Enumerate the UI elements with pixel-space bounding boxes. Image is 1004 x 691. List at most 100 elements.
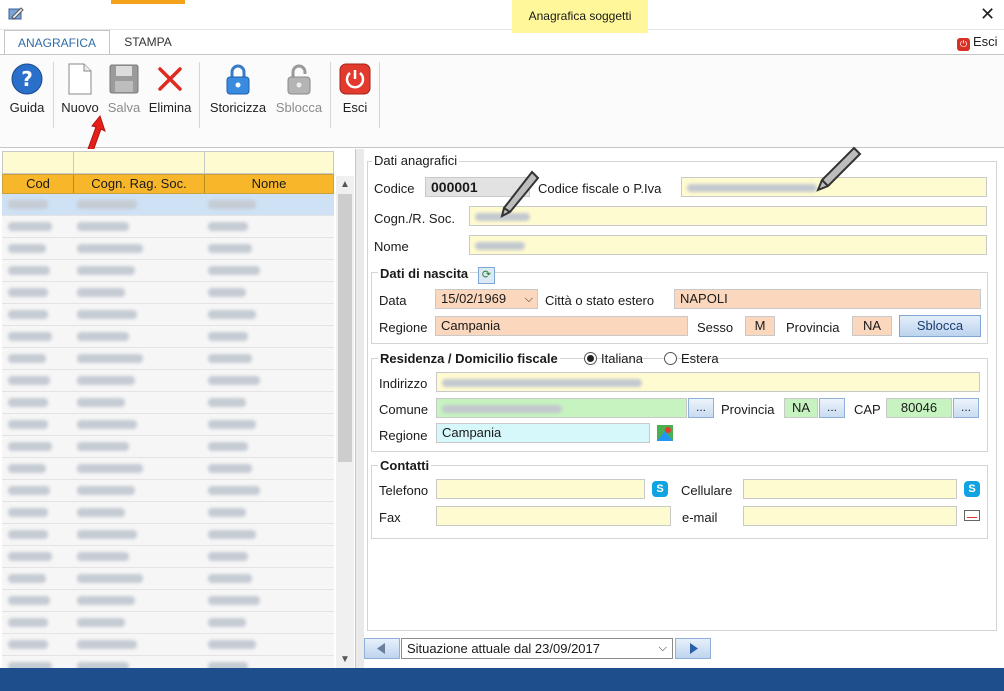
storicizza-button[interactable]: Storicizza: [205, 62, 271, 124]
app-icon: [8, 7, 24, 20]
svg-text:?: ?: [21, 67, 33, 91]
provincia-lookup-button[interactable]: ...: [819, 398, 845, 418]
table-row[interactable]: [2, 612, 334, 634]
table-row[interactable]: [2, 436, 334, 458]
indirizzo-label: Indirizzo: [379, 376, 428, 391]
redacted-value: [475, 241, 525, 250]
regione-res-field[interactable]: Campania: [436, 423, 650, 443]
data-nascita-field[interactable]: 15/02/1969 ⌵: [435, 289, 538, 309]
table-row[interactable]: [2, 238, 334, 260]
history-select[interactable]: Situazione attuale dal 23/09/2017 ⌵: [401, 638, 673, 659]
fax-field[interactable]: [436, 506, 671, 526]
cellulare-field[interactable]: [743, 479, 957, 499]
exit-link[interactable]: ⏻ Esci: [957, 34, 998, 51]
scroll-up-icon[interactable]: ▲: [336, 176, 354, 193]
citta-field[interactable]: NAPOLI: [674, 289, 981, 309]
radio-italiana[interactable]: [584, 352, 597, 365]
column-header-cod[interactable]: Cod: [3, 175, 74, 193]
comune-field[interactable]: [436, 398, 687, 418]
table-row[interactable]: [2, 216, 334, 238]
chevron-down-icon[interactable]: ⌵: [525, 290, 533, 308]
history-select-value: Situazione attuale dal 23/09/2017: [407, 641, 600, 656]
table-row[interactable]: [2, 326, 334, 348]
table-row[interactable]: [2, 590, 334, 612]
telefono-field[interactable]: [436, 479, 645, 499]
redacted-cell: [208, 640, 256, 649]
radio-italiana-label: Italiana: [601, 351, 643, 366]
table-row[interactable]: [2, 304, 334, 326]
table-row[interactable]: [2, 524, 334, 546]
table-row[interactable]: [2, 546, 334, 568]
panel-splitter[interactable]: [356, 149, 364, 668]
arrow-right-icon: [690, 643, 698, 654]
sesso-label: Sesso: [697, 320, 734, 335]
filter-cod[interactable]: [3, 152, 74, 173]
scroll-down-icon[interactable]: ▼: [336, 651, 354, 668]
cognome-label: Cogn./R. Soc.: [374, 211, 455, 226]
cap-field[interactable]: 80046: [886, 398, 952, 418]
redacted-cell: [77, 310, 137, 319]
comune-lookup-button[interactable]: ...: [688, 398, 714, 418]
table-row[interactable]: [2, 480, 334, 502]
table-row[interactable]: [2, 282, 334, 304]
esci-button[interactable]: Esci: [335, 62, 375, 124]
envelope-icon[interactable]: [964, 510, 980, 521]
cap-lookup-button[interactable]: ...: [953, 398, 979, 418]
nome-field[interactable]: [469, 235, 987, 255]
contatti-group: [371, 465, 988, 539]
chevron-down-icon[interactable]: ⌵: [659, 639, 667, 658]
redacted-cell: [208, 288, 246, 297]
skype-icon[interactable]: S: [652, 481, 668, 497]
guida-button[interactable]: ? Guida: [6, 62, 48, 124]
skype-icon[interactable]: S: [964, 481, 980, 497]
tab-anagrafica[interactable]: ANAGRAFICA: [4, 30, 110, 54]
redacted-cell: [8, 420, 48, 429]
filter-cognome[interactable]: [74, 152, 205, 173]
grid-scrollbar[interactable]: ▲ ▼: [336, 176, 354, 668]
redacted-value: [442, 378, 642, 387]
radio-estera-label: Estera: [681, 351, 719, 366]
provincia-nascita-label: Provincia: [786, 320, 840, 335]
table-row[interactable]: [2, 260, 334, 282]
elimina-button[interactable]: Elimina: [146, 62, 194, 124]
redacted-cell: [208, 332, 248, 341]
tab-stampa[interactable]: STAMPA: [111, 30, 185, 54]
cognome-field[interactable]: [469, 206, 987, 226]
regione-nascita-field[interactable]: Campania: [435, 316, 688, 336]
provincia-nascita-field[interactable]: NA: [852, 316, 892, 336]
column-header-nome[interactable]: Nome: [205, 175, 333, 193]
grid-filter-row[interactable]: [2, 151, 334, 174]
filter-nome[interactable]: [205, 152, 333, 173]
history-next-button[interactable]: [675, 638, 711, 659]
table-row[interactable]: [2, 502, 334, 524]
provincia-res-field[interactable]: NA: [784, 398, 818, 418]
table-row[interactable]: [2, 414, 334, 436]
redacted-cell: [77, 200, 137, 209]
table-row[interactable]: [2, 656, 334, 668]
map-icon[interactable]: [657, 425, 673, 441]
table-row[interactable]: [2, 568, 334, 590]
sblocca-ribbon-button[interactable]: Sblocca: [274, 62, 324, 124]
table-row[interactable]: [2, 194, 334, 216]
radio-estera[interactable]: [664, 352, 677, 365]
sesso-field[interactable]: M: [745, 316, 775, 336]
table-row[interactable]: [2, 458, 334, 480]
ribbon-separator: [199, 62, 200, 128]
dati-nascita-legend: Dati di nascita: [378, 266, 471, 281]
table-row[interactable]: [2, 348, 334, 370]
history-prev-button[interactable]: [364, 638, 400, 659]
close-icon[interactable]: ✕: [980, 4, 995, 25]
redacted-cell: [8, 398, 48, 407]
column-header-cognome[interactable]: Cogn. Rag. Soc.: [74, 175, 205, 193]
redacted-cell: [8, 354, 46, 363]
table-row[interactable]: [2, 392, 334, 414]
email-field[interactable]: [743, 506, 957, 526]
indirizzo-field[interactable]: [436, 372, 980, 392]
scroll-thumb[interactable]: [338, 194, 352, 462]
refresh-icon[interactable]: ⟳: [478, 267, 495, 284]
sblocca-button[interactable]: Sblocca: [899, 315, 981, 337]
redacted-cell: [8, 596, 50, 605]
exit-link-label: Esci: [973, 34, 998, 49]
table-row[interactable]: [2, 634, 334, 656]
table-row[interactable]: [2, 370, 334, 392]
